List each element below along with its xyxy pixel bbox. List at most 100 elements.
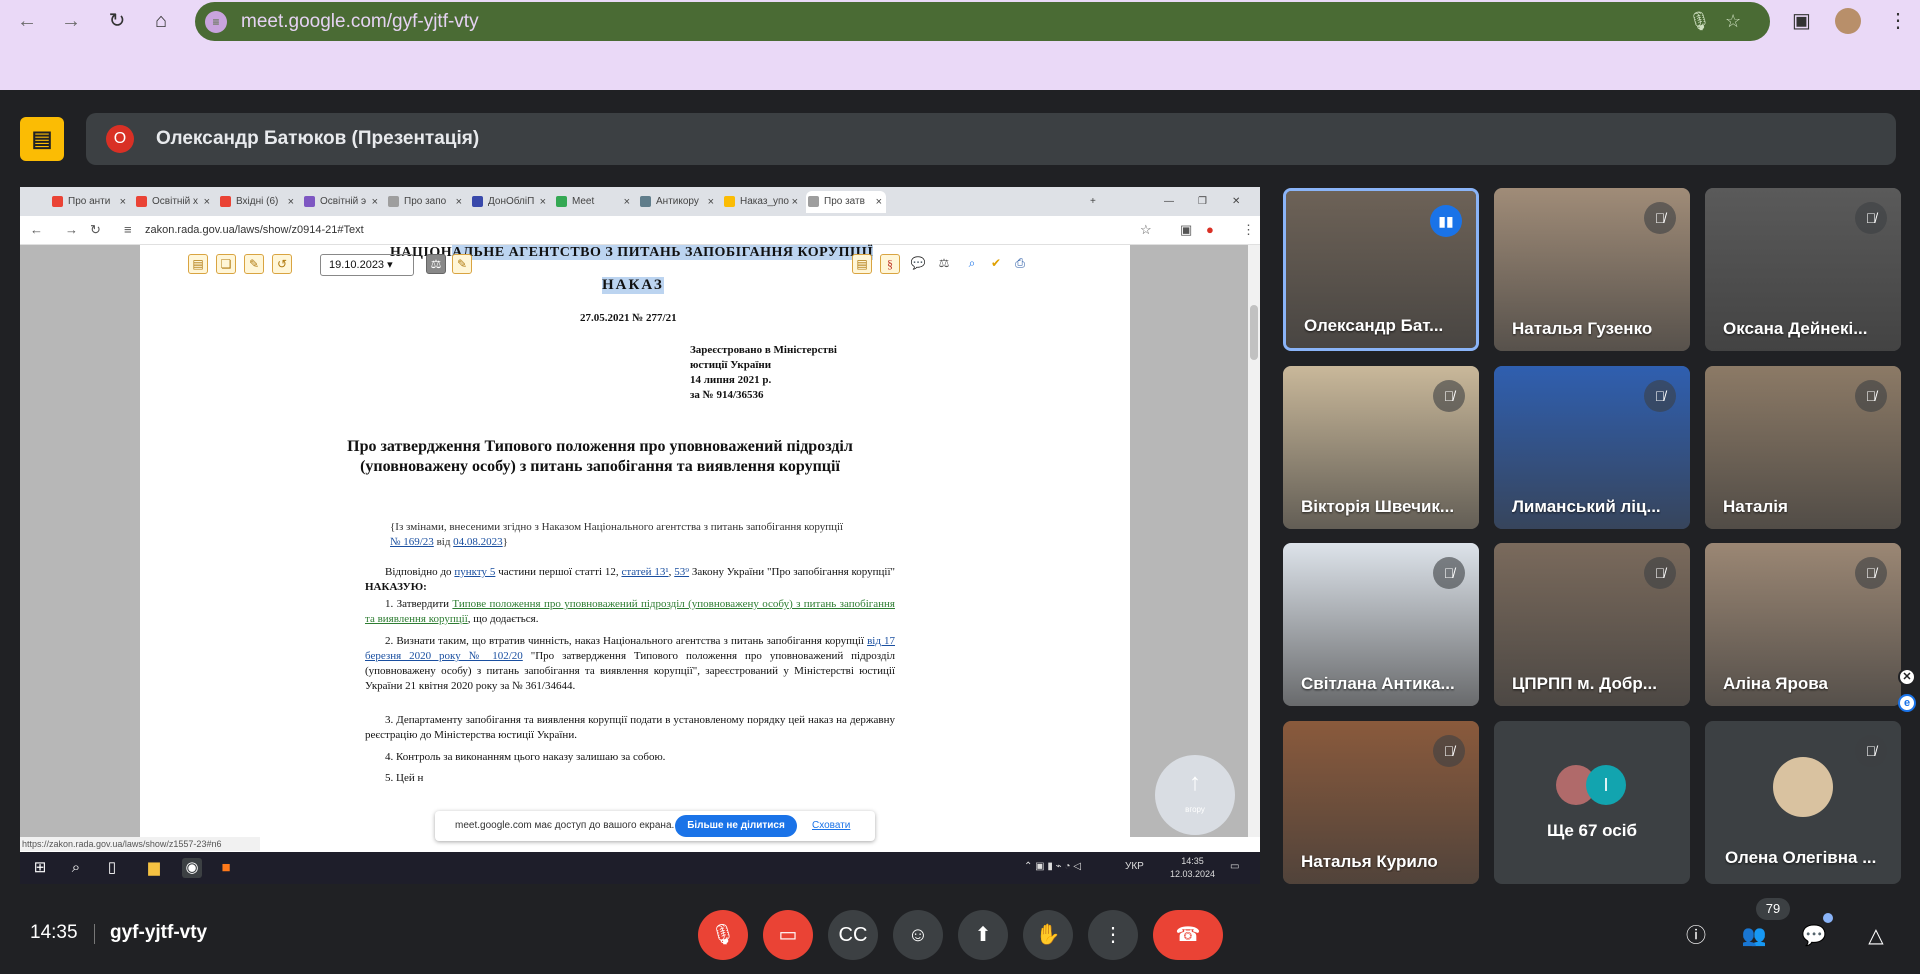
order-title: НАКАЗ <box>602 277 664 294</box>
app-icon: ■ <box>221 859 231 876</box>
participant-tile[interactable]: 🎙̸ Наталья Курило <box>1283 721 1479 884</box>
participant-tile[interactable]: 🎙̸ Оксана Дейнекі... <box>1705 188 1901 351</box>
forward-icon[interactable]: → <box>58 8 84 34</box>
participant-tile[interactable]: 🎙̸ Аліна Ярова <box>1705 543 1901 706</box>
notifications-icon: ▭ <box>1230 861 1240 872</box>
amendment-date-link: 04.08.2023 <box>453 536 503 548</box>
shared-tab: Антикору × <box>638 191 718 213</box>
tab-close-icon: × <box>371 196 378 208</box>
meeting-info-icon[interactable]: ⓘ <box>1682 922 1710 950</box>
tray-language: УКР <box>1125 861 1144 872</box>
edition-date-select: 19.10.2023 ▾ <box>320 254 414 276</box>
close-icon[interactable]: ✕ <box>1898 668 1916 686</box>
activities-icon[interactable]: △ <box>1862 922 1890 950</box>
reload-icon: ↻ <box>90 222 101 237</box>
presenter-avatar: О <box>106 125 134 153</box>
file-explorer-icon: ▆ <box>148 859 160 876</box>
document-page: НАЦІОНАЛЬНЕ АГЕНТСТВО З ПИТАНЬ ЗАПОБІГАН… <box>140 245 1130 837</box>
chat-unread-dot <box>1823 913 1833 923</box>
mic-off-button[interactable]: 🎙 <box>698 910 748 960</box>
text: частини першої статті 12, <box>495 566 622 578</box>
participant-name: Оксана Дейнекі... <box>1723 319 1868 338</box>
minimize-icon: — <box>1164 196 1174 207</box>
reload-icon[interactable]: ↻ <box>104 8 130 34</box>
camera-off-button[interactable]: ▭ <box>763 910 813 960</box>
participant-tile[interactable]: 🎙̸ ЦПРПП м. Добр... <box>1494 543 1690 706</box>
tab-favicon-icon <box>220 196 231 207</box>
more-participants-tile[interactable]: І Ще 67 осіб <box>1494 721 1690 884</box>
tab-favicon-icon <box>136 196 147 207</box>
doc-history-icon: ↺ <box>272 254 292 274</box>
document-viewport: НАЦІОНАЛЬНЕ АГЕНТСТВО З ПИТАНЬ ЗАПОБІГАН… <box>20 245 1260 837</box>
registration-line: за № 914/36536 <box>690 389 764 401</box>
mic-off-icon: 🎙̸ <box>1644 380 1676 412</box>
doc-print-icon: ⎙ <box>1015 256 1025 270</box>
shared-screen: ⌄ Про анти×Освітній х×Вхідні (6)×Освітні… <box>20 187 1260 884</box>
bookmark-star-icon[interactable]: ☆ <box>1725 11 1741 32</box>
participant-tile[interactable]: 🎙̸ Наталія <box>1705 366 1901 529</box>
more-options-button[interactable]: ⋮ <box>1088 910 1138 960</box>
shared-tab: Про анти × <box>50 191 130 213</box>
site-info-icon[interactable]: ≡ <box>205 11 227 33</box>
extension-icon[interactable]: e <box>1898 694 1916 712</box>
text: , що додається. <box>467 613 539 625</box>
document-heading: Про затвердження Типового положення про … <box>347 438 853 475</box>
participant-name: Лиманський ліц... <box>1512 497 1661 516</box>
participant-tile[interactable]: ▮▮ Олександр Бат... <box>1283 188 1479 351</box>
side-panel-icon[interactable]: ▣ <box>1792 8 1811 33</box>
participant-tile[interactable]: 🎙̸ Лиманський ліц... <box>1494 366 1690 529</box>
doc-attachment-icon: ✎ <box>244 254 264 274</box>
amendments-text: } <box>502 536 508 548</box>
leave-call-button[interactable]: ☎ <box>1153 910 1223 960</box>
captions-button[interactable]: CC <box>828 910 878 960</box>
presentation-icon[interactable]: ▤ <box>20 117 64 161</box>
hide-notice-link: Сховати <box>812 820 851 831</box>
raise-hand-button[interactable]: ✋ <box>1023 910 1073 960</box>
address-url[interactable]: meet.google.com/gyf-yjtf-vty <box>241 11 479 33</box>
doc-edit-icon: ✎ <box>452 254 472 274</box>
emoji-reactions-button[interactable]: ☺ <box>893 910 943 960</box>
profile-avatar: ● <box>1206 222 1214 237</box>
registration-line: юстиції України <box>690 359 772 371</box>
presentation-header: ▤ О Олександр Батюков (Презентація) <box>0 93 1920 183</box>
back-icon[interactable]: ← <box>14 8 40 34</box>
tab-favicon-icon <box>556 196 567 207</box>
profile-avatar[interactable] <box>1835 8 1861 34</box>
participant-tile[interactable]: 🎙̸ Світлана Антика... <box>1283 543 1479 706</box>
present-screen-button[interactable]: ⬆ <box>958 910 1008 960</box>
mic-off-icon: 🎙̸ <box>1433 380 1465 412</box>
more-participants-label: Ще 67 осіб <box>1547 821 1637 840</box>
close-window-icon: ✕ <box>1232 196 1241 207</box>
status-url: https://zakon.rada.gov.ua/laws/show/z155… <box>20 837 260 851</box>
tab-label: Антикору <box>656 196 699 207</box>
scroll-to-top-button: ↑ вгору <box>1155 755 1235 835</box>
participant-tile[interactable]: 🎙̸ Вікторія Швечик... <box>1283 366 1479 529</box>
participant-avatar <box>1773 757 1833 817</box>
participant-tile[interactable]: 🎙̸ Наталья Гузенко <box>1494 188 1690 351</box>
microphone-icon[interactable]: 🎙 <box>1688 11 1711 32</box>
tab-label: Meet <box>572 196 595 207</box>
address-bar[interactable]: ≡ meet.google.com/gyf-yjtf-vty 🎙 ☆ <box>195 2 1770 41</box>
doc-card-icon: ▤ <box>188 254 208 274</box>
order-keyword: НАКАЗУЮ: <box>365 581 427 593</box>
amendment-link: № 169/23 <box>390 536 434 548</box>
tab-close-icon: × <box>875 196 882 208</box>
mic-off-icon: 🎙̸ <box>1644 202 1676 234</box>
back-icon: ← <box>30 222 43 237</box>
menu-kebab-icon[interactable]: ⋮ <box>1888 8 1908 33</box>
share-notice-text: meet.google.com має доступ до вашого екр… <box>455 820 675 831</box>
document-scrollbar <box>1248 245 1260 837</box>
registration-line: Зареєстровано в Міністерстві <box>690 344 837 356</box>
tab-close-icon: × <box>539 196 546 208</box>
tab-label: Освітній х <box>152 196 199 207</box>
participant-tile[interactable]: 🎙̸ Олена Олегівна ... <box>1705 721 1901 884</box>
tab-favicon-icon <box>640 196 651 207</box>
people-icon[interactable]: 👥 <box>1740 922 1768 950</box>
paragraph-1: 1. Затвердити Типове положення про уповн… <box>365 597 895 627</box>
presenter-bar: О Олександр Батюков (Презентація) <box>86 113 1896 165</box>
registration-line: 14 липня 2021 р. <box>690 374 772 386</box>
tab-label: Вхідні (6) <box>236 196 279 207</box>
home-icon[interactable]: ⌂ <box>148 8 174 34</box>
tab-favicon-icon <box>808 196 819 207</box>
chat-icon[interactable]: 💬 <box>1800 922 1828 950</box>
